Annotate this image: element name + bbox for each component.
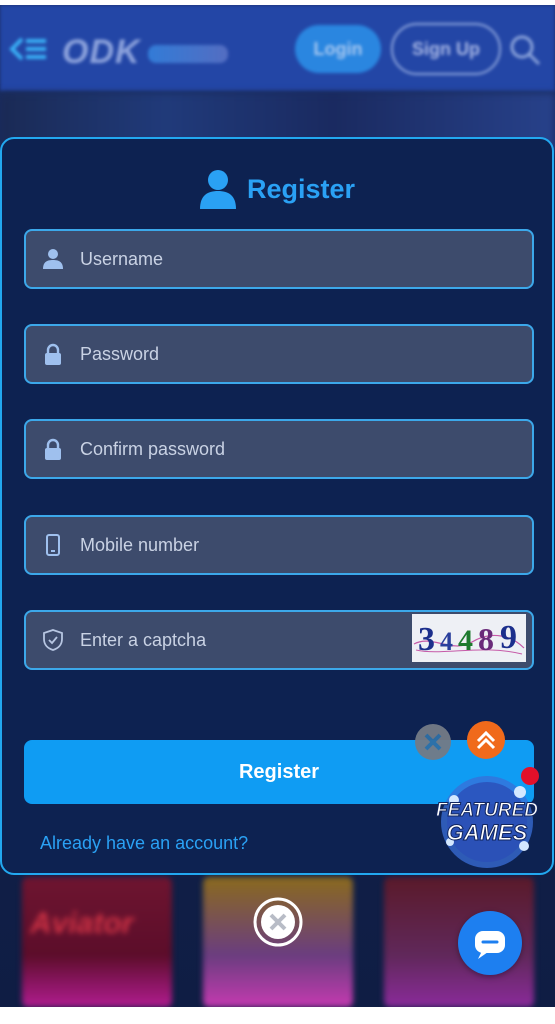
register-modal: Register Username Mobile number Enter a … bbox=[0, 137, 554, 875]
login-link[interactable]: Already have an account? bbox=[40, 833, 248, 854]
confirm-password-input[interactable] bbox=[80, 421, 420, 477]
chat-button[interactable] bbox=[458, 911, 522, 975]
featured-games-badge[interactable]: FEATURED GAMES bbox=[434, 770, 540, 870]
game-tile-label: Aviator bbox=[30, 907, 134, 940]
shield-check-icon bbox=[43, 629, 63, 651]
modal-header: Register bbox=[2, 169, 552, 209]
password-field[interactable] bbox=[24, 324, 534, 384]
captcha-field[interactable]: 3 4 4 8 9 bbox=[24, 610, 534, 670]
site-logo[interactable]: ODK bbox=[62, 33, 141, 72]
password-input[interactable] bbox=[80, 326, 420, 382]
captcha-image[interactable]: 3 4 4 8 9 bbox=[412, 614, 526, 662]
menu-collapse-icon[interactable] bbox=[8, 31, 48, 67]
username-input[interactable] bbox=[80, 231, 420, 287]
close-icon bbox=[424, 733, 442, 751]
svg-text:9: 9 bbox=[500, 619, 517, 656]
chat-icon bbox=[475, 931, 505, 959]
user-icon bbox=[199, 170, 236, 209]
logo-decoration bbox=[148, 45, 228, 63]
featured-line1: FEATURED bbox=[436, 800, 538, 821]
site-header: ODK Login Sign Up bbox=[0, 5, 555, 91]
signup-button[interactable]: Sign Up bbox=[391, 23, 501, 75]
svg-text:4: 4 bbox=[458, 624, 473, 657]
svg-text:8: 8 bbox=[478, 621, 494, 657]
svg-text:4: 4 bbox=[440, 627, 453, 656]
scroll-top-button[interactable] bbox=[467, 721, 505, 759]
double-chevron-up-icon bbox=[476, 730, 496, 750]
game-tile[interactable]: Aviator bbox=[22, 877, 172, 1007]
dismiss-featured-button[interactable] bbox=[415, 724, 451, 760]
phone-icon bbox=[46, 534, 60, 556]
close-icon bbox=[253, 897, 303, 947]
username-field[interactable] bbox=[24, 229, 534, 289]
mobile-field[interactable] bbox=[24, 515, 534, 575]
lock-icon bbox=[45, 343, 61, 365]
modal-title: Register bbox=[246, 173, 356, 204]
mobile-input[interactable] bbox=[80, 517, 420, 573]
captcha-input[interactable] bbox=[80, 612, 420, 668]
search-icon[interactable] bbox=[508, 33, 542, 67]
notification-dot bbox=[521, 767, 539, 785]
svg-text:3: 3 bbox=[418, 621, 435, 658]
confirm-password-field[interactable] bbox=[24, 419, 534, 479]
lock-icon bbox=[45, 438, 61, 460]
user-icon bbox=[43, 249, 63, 269]
close-modal-button[interactable] bbox=[252, 896, 304, 948]
featured-line2: GAMES bbox=[447, 820, 528, 845]
login-button[interactable]: Login bbox=[295, 25, 381, 73]
